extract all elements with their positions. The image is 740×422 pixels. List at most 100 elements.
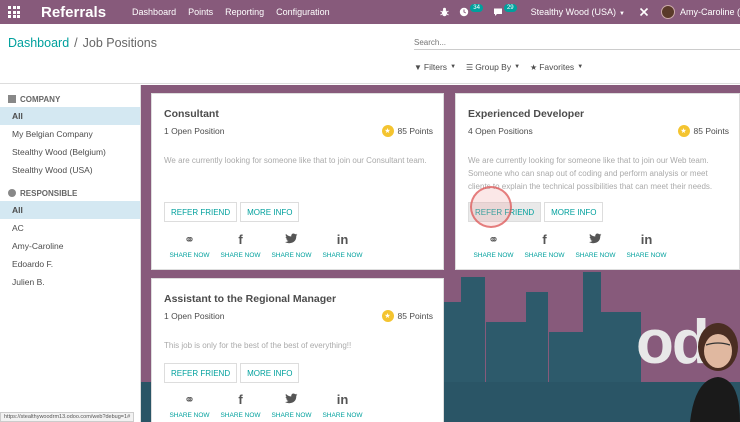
share-linkedin-button[interactable]: in SHARE NOW xyxy=(317,392,368,419)
share-twitter-button[interactable]: SHARE NOW xyxy=(570,232,621,259)
group-by-label: Group By xyxy=(475,62,512,72)
open-positions: 1 Open Position xyxy=(164,311,225,321)
more-info-button[interactable]: MORE INFO xyxy=(240,363,300,383)
menu-dashboard[interactable]: Dashboard xyxy=(132,7,176,17)
share-link-button[interactable]: ⚭ SHARE NOW xyxy=(164,232,215,259)
more-info-button[interactable]: MORE INFO xyxy=(240,202,300,222)
company-section-header: COMPANY xyxy=(0,91,140,107)
star-icon: ★ xyxy=(677,125,690,137)
favorites-dropdown[interactable]: ★ Favorites ▼ xyxy=(530,62,583,72)
breadcrumb-current: Job Positions xyxy=(82,36,157,50)
job-card-assistant-regional-manager[interactable]: Assistant to the Regional Manager 1 Open… xyxy=(151,278,444,422)
job-card-experienced-developer[interactable]: Experienced Developer 4 Open Positions ★… xyxy=(455,93,740,270)
responsible-item-amy[interactable]: Amy-Caroline xyxy=(0,237,140,255)
company-item-stealthy-belgium[interactable]: Stealthy Wood (Belgium) xyxy=(0,143,140,161)
activity-badge: 34 xyxy=(470,4,483,12)
points-badge: ★ 85 Points xyxy=(381,310,433,322)
users-icon xyxy=(8,189,16,197)
share-buttons: ⚭ SHARE NOW f SHARE NOW SHARE NOW in SHARE … xyxy=(164,232,368,259)
top-navbar: Referrals Dashboard Points Reporting Con… xyxy=(0,0,740,24)
link-icon: ⚭ xyxy=(184,392,195,407)
share-linkedin-button[interactable]: in SHARE NOW xyxy=(621,232,672,259)
job-description: This job is only for the best of the bes… xyxy=(164,341,352,350)
filter-bar: ▼ Filters ▼ ☰ Group By ▼ ★ Favorites ▼ xyxy=(414,62,593,72)
funnel-icon: ▼ xyxy=(414,62,422,72)
apps-menu-icon[interactable] xyxy=(7,5,21,19)
responsible-item-ac[interactable]: AC xyxy=(0,219,140,237)
share-link-button[interactable]: ⚭ SHARE NOW xyxy=(468,232,519,259)
app-brand: Referrals xyxy=(41,3,107,21)
menu-points[interactable]: Points xyxy=(188,7,213,17)
responsible-item-all[interactable]: All xyxy=(0,201,140,219)
messages-chat-icon[interactable]: 29 xyxy=(493,4,517,17)
share-label: SHARE NOW xyxy=(169,412,210,419)
share-twitter-button[interactable]: SHARE NOW xyxy=(266,232,317,259)
share-buttons: ⚭ SHARE NOW f SHARE NOW SHARE NOW in SHARE … xyxy=(468,232,672,259)
points-value: 85 Points xyxy=(397,311,433,321)
messages-badge: 29 xyxy=(503,4,517,12)
chevron-down-icon: ▼ xyxy=(450,64,457,70)
share-label: SHARE NOW xyxy=(575,252,616,259)
search-panel-sidebar: COMPANY All My Belgian Company Stealthy … xyxy=(0,85,141,422)
user-name[interactable]: Amy-Caroline ( xyxy=(680,7,740,17)
job-title: Consultant xyxy=(164,108,219,120)
breadcrumb: Dashboard / Job Positions xyxy=(8,36,157,50)
search-input[interactable] xyxy=(414,36,740,50)
share-facebook-button[interactable]: f SHARE NOW xyxy=(519,232,570,259)
open-positions: 1 Open Position xyxy=(164,126,225,136)
share-facebook-button[interactable]: f SHARE NOW xyxy=(215,232,266,259)
status-url-tooltip: https://stealthywoodrm13.odoo.com/web?de… xyxy=(0,412,135,422)
share-linkedin-button[interactable]: in SHARE NOW xyxy=(317,232,368,259)
share-label: SHARE NOW xyxy=(473,252,514,259)
share-facebook-button[interactable]: f SHARE NOW xyxy=(215,392,266,419)
activity-clock-icon[interactable]: 34 xyxy=(459,4,483,17)
favorites-label: Favorites xyxy=(539,62,575,72)
share-label: SHARE NOW xyxy=(626,252,667,259)
company-item-stealthy-usa[interactable]: Stealthy Wood (USA) xyxy=(0,161,140,179)
filters-label: Filters xyxy=(423,62,448,72)
building-icon xyxy=(8,95,16,103)
points-badge: ★ 85 Points xyxy=(677,125,729,137)
job-card-consultant[interactable]: Consultant 1 Open Position ★ 85 Points We… xyxy=(151,93,444,270)
share-label: SHARE NOW xyxy=(524,252,565,259)
share-label: SHARE NOW xyxy=(322,252,363,259)
job-title: Assistant to the Regional Manager xyxy=(164,293,337,305)
group-by-dropdown[interactable]: ☰ Group By ▼ xyxy=(466,62,520,72)
refer-friend-button[interactable]: REFER FRIEND xyxy=(164,363,238,383)
points-value: 85 Points xyxy=(693,126,729,136)
share-buttons: ⚭ SHARE NOW f SHARE NOW SHARE NOW in SHARE … xyxy=(164,392,368,419)
facebook-icon: f xyxy=(238,392,243,407)
mouse-click-indicator xyxy=(470,186,512,228)
refer-friend-button[interactable]: REFER FRIEND xyxy=(164,202,238,222)
open-positions: 4 Open Positions xyxy=(468,126,533,136)
share-label: SHARE NOW xyxy=(220,412,261,419)
tools-cross-icon[interactable] xyxy=(639,7,649,17)
company-item-all[interactable]: All xyxy=(0,107,140,125)
share-label: SHARE NOW xyxy=(169,252,210,259)
share-link-button[interactable]: ⚭ SHARE NOW xyxy=(164,392,215,419)
responsible-item-julien[interactable]: Julien B. xyxy=(0,273,140,291)
company-header-label: COMPANY xyxy=(20,94,61,104)
more-info-button[interactable]: MORE INFO xyxy=(544,202,604,222)
responsible-section-header: RESPONSIBLE xyxy=(0,185,140,201)
menu-reporting[interactable]: Reporting xyxy=(225,7,264,17)
job-description: We are currently looking for someone lik… xyxy=(468,156,713,191)
share-twitter-button[interactable]: SHARE NOW xyxy=(266,392,317,419)
share-label: SHARE NOW xyxy=(271,412,312,419)
star-icon: ★ xyxy=(530,62,538,72)
responsible-header-label: RESPONSIBLE xyxy=(20,188,78,198)
company-switcher[interactable]: Stealthy Wood (USA) ▼ xyxy=(531,7,625,17)
menu-configuration[interactable]: Configuration xyxy=(276,7,330,17)
job-title: Experienced Developer xyxy=(468,108,585,120)
star-icon: ★ xyxy=(381,125,394,137)
filters-dropdown[interactable]: ▼ Filters ▼ xyxy=(414,62,456,72)
responsible-item-edoardo[interactable]: Edoardo F. xyxy=(0,255,140,273)
company-item-belgian[interactable]: My Belgian Company xyxy=(0,125,140,143)
job-description: We are currently looking for someone lik… xyxy=(164,156,427,165)
breadcrumb-dashboard[interactable]: Dashboard xyxy=(8,36,69,50)
user-avatar[interactable] xyxy=(660,5,675,19)
link-icon: ⚭ xyxy=(184,232,195,247)
debug-bug-icon[interactable] xyxy=(440,7,450,17)
twitter-icon xyxy=(285,392,298,408)
twitter-icon xyxy=(589,232,602,248)
